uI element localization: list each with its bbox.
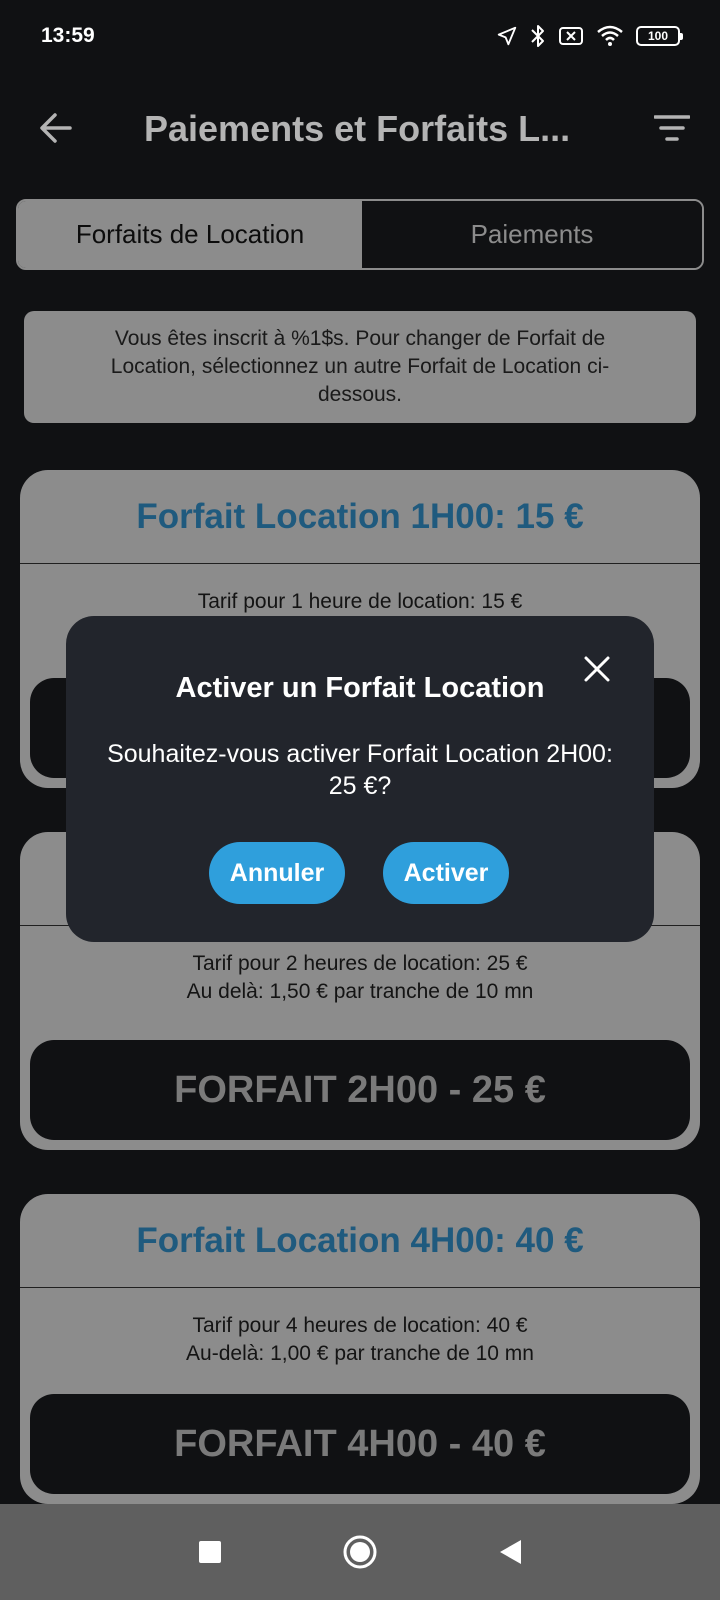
recents-square-icon xyxy=(198,1540,222,1569)
back-button[interactable] xyxy=(36,110,76,150)
back-triangle-icon xyxy=(497,1538,523,1571)
plan-description-line: Tarif pour 2 heures de location: 25 € xyxy=(192,952,528,975)
plan-description-line: Au-delà: 1,00 € par tranche de 10 mn xyxy=(186,1342,534,1365)
plan-title: Forfait Location 4H00: 40 € xyxy=(20,1194,700,1288)
battery-level: 100 xyxy=(647,29,669,43)
location-arrow-icon xyxy=(496,25,518,47)
plan-description: Tarif pour 1 heure de location: 15 € xyxy=(20,564,700,616)
tab-paiements[interactable]: Paiements xyxy=(362,201,702,268)
plan-title: Forfait Location 1H00: 15 € xyxy=(20,470,700,564)
plan-card: Forfait Location 4H00: 40 € Tarif pour 4… xyxy=(20,1194,700,1504)
tab-bar: Forfaits de Location Paiements xyxy=(16,199,704,270)
plan-select-button[interactable]: FORFAIT 4H00 - 40 € xyxy=(30,1394,690,1494)
status-icons: 100 xyxy=(496,24,683,48)
app-bar: Paiements et Forfaits L... xyxy=(0,88,720,172)
battery-icon: 100 xyxy=(636,26,683,46)
system-nav-bar xyxy=(0,1504,720,1600)
arrow-left-icon xyxy=(38,110,74,151)
activate-button[interactable]: Activer xyxy=(383,842,509,904)
dialog-title: Activer un Forfait Location xyxy=(175,672,545,704)
home-button[interactable] xyxy=(340,1534,380,1574)
home-circle-icon xyxy=(342,1534,378,1575)
sim-off-icon xyxy=(558,26,584,46)
plan-description-line: Au delà: 1,50 € par tranche de 10 mn xyxy=(186,980,534,1003)
status-time: 13:59 xyxy=(41,24,95,47)
activate-plan-dialog: Activer un Forfait Location Souhaitez-vo… xyxy=(66,616,654,942)
back-nav-button[interactable] xyxy=(490,1534,530,1574)
dialog-message: Souhaitez-vous activer Forfait Location … xyxy=(107,740,613,800)
recents-button[interactable] xyxy=(190,1534,230,1574)
subscription-info-text: Vous êtes inscrit à %1$s. Pour changer d… xyxy=(110,327,610,406)
filter-button[interactable] xyxy=(652,110,692,150)
plan-description-line: Tarif pour 4 heures de location: 40 € xyxy=(192,1314,528,1337)
status-bar: 13:59 100 xyxy=(0,0,720,72)
plan-description-line: Tarif pour 1 heure de location: 15 € xyxy=(197,590,523,613)
subscription-info: Vous êtes inscrit à %1$s. Pour changer d… xyxy=(24,311,696,423)
bluetooth-icon xyxy=(530,24,546,48)
wifi-icon xyxy=(596,25,624,47)
tab-forfaits-location[interactable]: Forfaits de Location xyxy=(18,201,362,268)
plan-description: Tarif pour 4 heures de location: 40 € Au… xyxy=(20,1288,700,1368)
filter-icon xyxy=(653,114,691,147)
page-title: Paiements et Forfaits L... xyxy=(144,108,571,149)
cancel-button[interactable]: Annuler xyxy=(209,842,345,904)
plan-select-button[interactable]: FORFAIT 2H00 - 25 € xyxy=(30,1040,690,1140)
